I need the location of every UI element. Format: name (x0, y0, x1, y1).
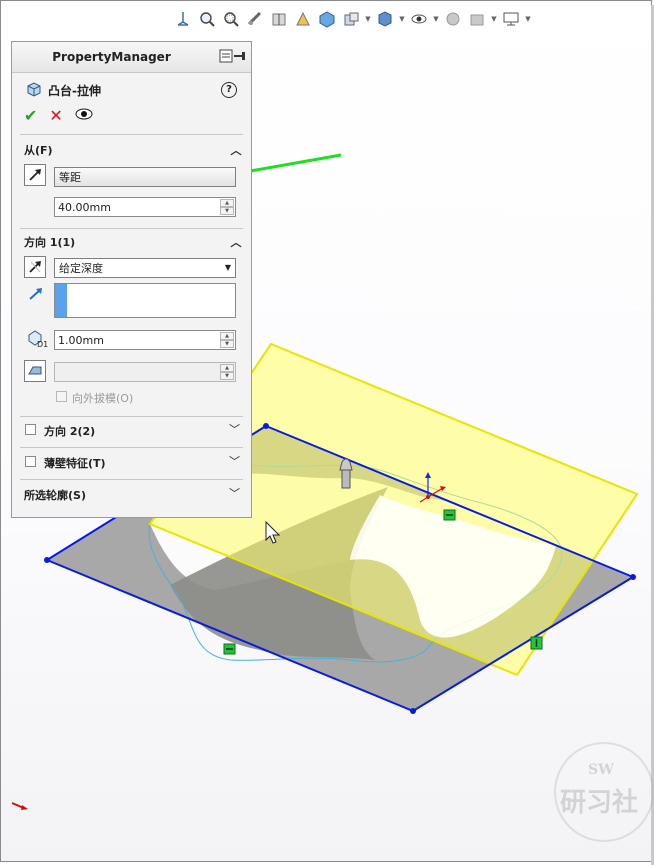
chevron-down-icon[interactable]: ▼ (524, 15, 532, 23)
depth-icon: D1 (26, 329, 48, 352)
direction-vector-icon (28, 287, 44, 304)
draft-angle-field[interactable]: ▲ ▼ (54, 362, 236, 382)
chevron-up-icon[interactable]: ︿ (229, 234, 243, 250)
hide-show-icon[interactable] (340, 8, 362, 30)
pin-icon[interactable] (233, 49, 247, 66)
end-condition-dropdown[interactable]: 给定深度 ▼ (54, 258, 236, 278)
direction1-section-label: 方向 1(1) (24, 236, 76, 249)
direction-selection-box[interactable] (54, 283, 236, 318)
help-button[interactable]: ? (221, 82, 237, 98)
display-style-icon[interactable] (316, 8, 338, 30)
feature-title: 凸台-拉伸 (48, 83, 101, 98)
panel-header: PropertyManager (12, 42, 251, 73)
chevron-down-icon[interactable]: ▼ (364, 15, 372, 23)
from-section-header[interactable]: 从(F) ︿ (24, 141, 243, 159)
watermark-bottom-text: 研习社 (560, 788, 639, 818)
scene-icon[interactable] (442, 8, 464, 30)
chevron-down-icon[interactable]: ﹀ (229, 453, 240, 469)
preview-eye-icon[interactable] (75, 107, 93, 124)
watermark-top-text: SW (588, 762, 614, 778)
chevron-up-icon[interactable]: ︿ (229, 142, 243, 158)
reverse-direction-icon[interactable] (24, 256, 46, 278)
depth-value: 1.00mm (58, 333, 104, 347)
draft-outward-label: 向外拔模(O) (72, 392, 134, 405)
zoom-to-fit-icon[interactable] (196, 8, 218, 30)
chevron-down-icon[interactable]: ﹀ (229, 485, 240, 501)
property-manager-panel: PropertyManager 凸台-拉伸 ? ✔ ✕ 从(F) ︿ 等距 40… (11, 41, 252, 518)
spin-buttons[interactable]: ▲ ▼ (220, 199, 234, 215)
selection-focus-bar (55, 284, 67, 317)
end-condition-value: 给定深度 (59, 262, 103, 275)
chevron-down-icon[interactable]: ▼ (432, 15, 440, 23)
monitor-icon[interactable] (500, 8, 522, 30)
separator (20, 416, 243, 417)
draft-toggle-icon[interactable] (24, 360, 46, 382)
selected-contours-label[interactable]: 所选轮廓(S) (24, 487, 86, 503)
from-type-value: 等距 (59, 171, 81, 184)
panel-menu-icon[interactable] (219, 49, 233, 66)
ok-button[interactable]: ✔ (24, 106, 37, 125)
zoom-area-icon[interactable] (220, 8, 242, 30)
view-orientation-icon[interactable] (172, 8, 194, 30)
thin-feature-checkbox[interactable] (25, 456, 36, 467)
chevron-down-icon: ▼ (224, 263, 231, 272)
chevron-down-icon[interactable]: ▼ (398, 15, 406, 23)
separator (20, 134, 243, 135)
depth-handle (339, 458, 353, 489)
appearance-icon[interactable] (374, 8, 396, 30)
panel-title: PropertyManager (52, 50, 171, 64)
direction2-label: 方向 2(2) (44, 425, 96, 438)
flip-direction-icon[interactable] (24, 164, 46, 186)
previous-view-icon[interactable] (244, 8, 266, 30)
offset-distance-value: 40.00mm (58, 200, 111, 214)
boss-extrude-icon (24, 80, 42, 101)
separator (20, 228, 243, 229)
watermark-logo: SW 研习社 (554, 742, 654, 852)
thin-feature-label: 薄壁特征(T) (44, 457, 106, 470)
chevron-down-icon[interactable]: ▼ (490, 15, 498, 23)
render-icon[interactable] (466, 8, 488, 30)
from-type-dropdown[interactable]: 等距 (54, 167, 236, 187)
chevron-down-icon[interactable]: ﹀ (229, 421, 240, 437)
draft-outward-checkbox[interactable] (56, 391, 67, 402)
view-settings-icon[interactable] (292, 8, 314, 30)
heads-up-view-toolbar: ▼ ▼ ▼ ▼ ▼ (172, 6, 532, 32)
separator (20, 447, 243, 448)
from-section-label: 从(F) (24, 144, 53, 157)
direction2-checkbox[interactable] (25, 424, 36, 435)
section-view-icon[interactable] (268, 8, 290, 30)
offset-distance-field[interactable]: 40.00mm ▲ ▼ (54, 197, 236, 217)
origin-axes-icon (10, 799, 32, 816)
separator (20, 479, 243, 480)
eye-icon[interactable] (408, 8, 430, 30)
spin-buttons[interactable]: ▲ ▼ (220, 332, 234, 348)
action-buttons: ✔ ✕ (24, 106, 93, 125)
feature-title-row: 凸台-拉伸 (24, 80, 101, 100)
direction1-section-header[interactable]: 方向 1(1) ︿ (24, 233, 243, 251)
spin-buttons[interactable]: ▲ ▼ (220, 364, 234, 380)
depth-field[interactable]: 1.00mm ▲ ▼ (54, 330, 236, 350)
svg-text:D1: D1 (37, 340, 48, 349)
cancel-button[interactable]: ✕ (49, 106, 62, 125)
